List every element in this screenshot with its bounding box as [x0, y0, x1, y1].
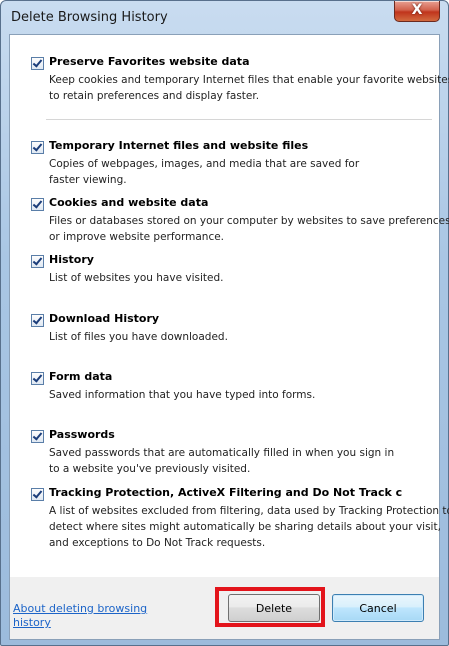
option-description: Saved passwords that are automatically f… — [49, 447, 395, 475]
checkbox-preserve-favorites[interactable] — [31, 57, 44, 70]
window-title: Delete Browsing History — [11, 10, 168, 25]
option-title: Temporary Internet files and website fil… — [49, 139, 309, 152]
option-description: A list of websites excluded from filteri… — [49, 505, 449, 549]
checkbox-tracking-protection[interactable] — [31, 488, 44, 501]
dialog-window: Delete Browsing History X Preserve Favor… — [0, 0, 449, 646]
option-title: Form data — [49, 370, 113, 383]
option-title: Download History — [49, 312, 160, 325]
option-title: Cookies and website data — [49, 196, 209, 209]
dialog-content: Preserve Favorites website data Keep coo… — [9, 34, 449, 640]
option-description: Keep cookies and temporary Internet file… — [49, 74, 449, 102]
option-title: History — [49, 253, 94, 266]
option-title: Tracking Protection, ActiveX Filtering a… — [49, 486, 403, 499]
checkbox-form-data[interactable] — [31, 372, 44, 385]
checkbox-cookies[interactable] — [31, 198, 44, 211]
checkbox-passwords[interactable] — [31, 430, 44, 443]
cancel-button[interactable]: Cancel — [332, 594, 424, 622]
option-title: Passwords — [49, 428, 115, 441]
option-description: List of websites you have visited. — [49, 272, 224, 284]
separator — [46, 119, 432, 120]
option-description: Files or databases stored on your comput… — [49, 215, 449, 243]
title-bar[interactable]: Delete Browsing History X — [1, 1, 448, 34]
delete-button[interactable]: Delete — [228, 594, 320, 622]
about-deleting-history-link[interactable]: About deleting browsing history — [13, 602, 153, 630]
checkbox-temporary-files[interactable] — [31, 141, 44, 154]
checkbox-history[interactable] — [31, 255, 44, 268]
close-button[interactable]: X — [394, 1, 440, 22]
close-icon: X — [411, 2, 423, 18]
option-title: Preserve Favorites website data — [49, 55, 250, 68]
option-description: List of files you have downloaded. — [49, 331, 228, 343]
checkbox-download-history[interactable] — [31, 314, 44, 327]
option-description: Copies of webpages, images, and media th… — [49, 158, 360, 186]
option-description: Saved information that you have typed in… — [49, 389, 316, 401]
